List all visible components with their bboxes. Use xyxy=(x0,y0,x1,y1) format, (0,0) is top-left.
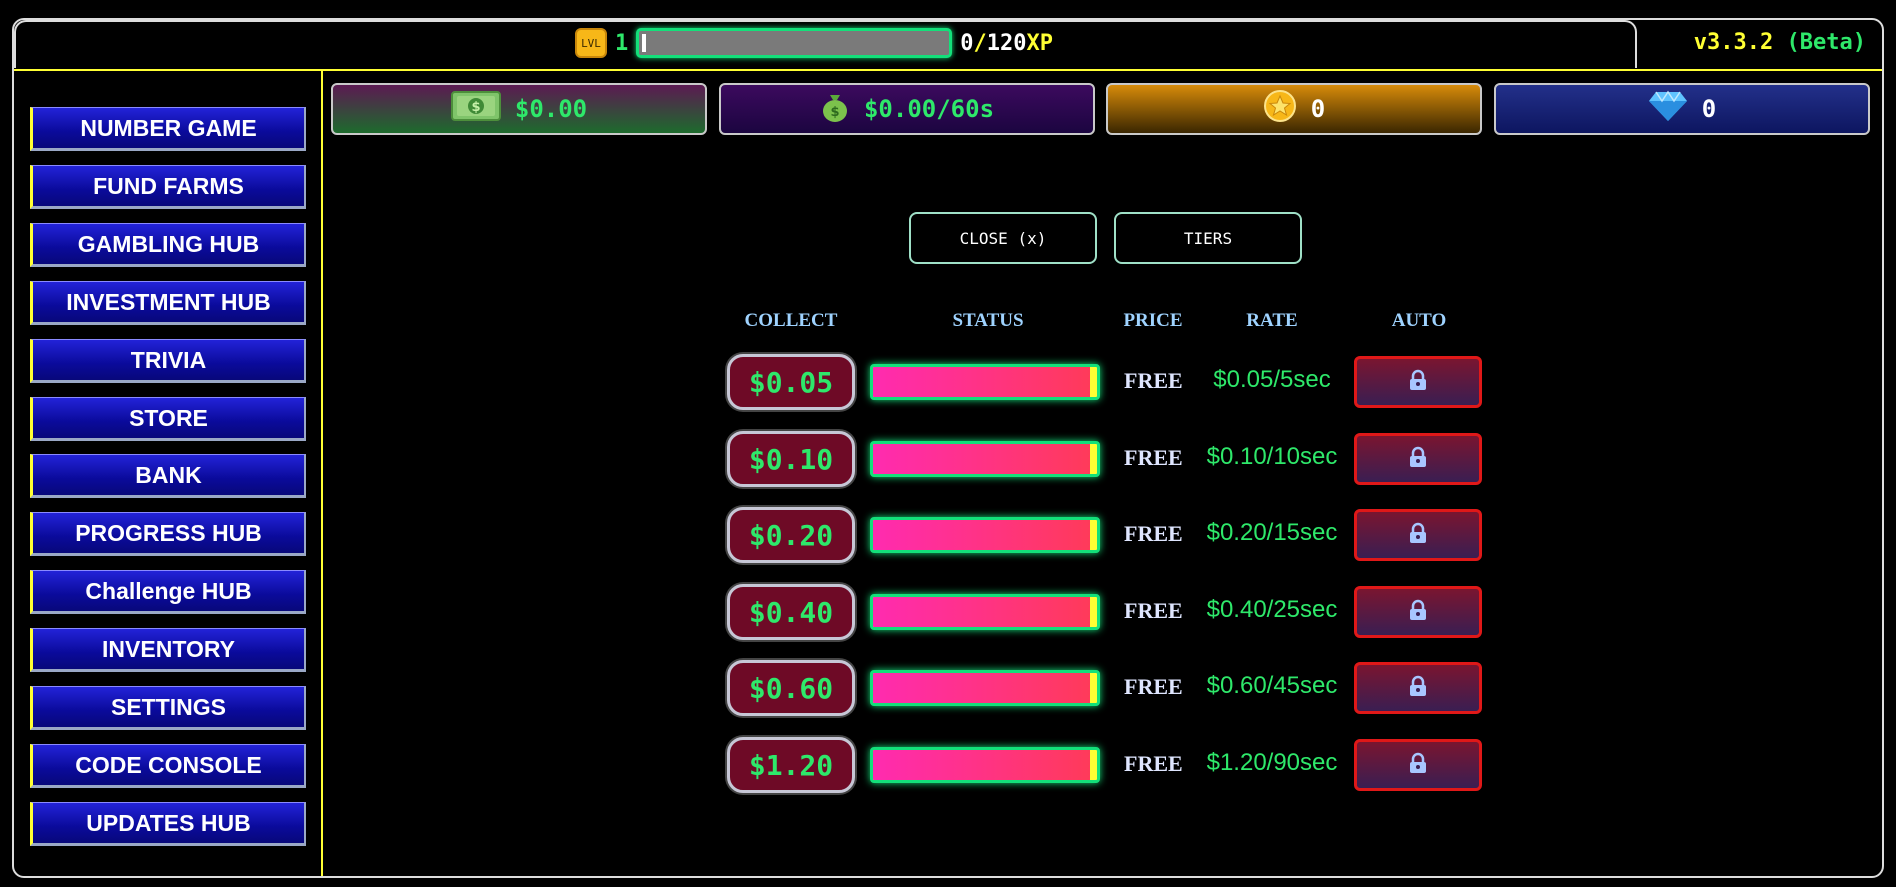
price-label: FREE xyxy=(1124,598,1183,623)
version-number: v3.3.2 xyxy=(1693,30,1774,55)
status-bar-fill xyxy=(873,597,1091,627)
status-bar xyxy=(870,517,1100,553)
price-label: FREE xyxy=(1124,445,1183,470)
auto-unlock-button[interactable] xyxy=(1354,509,1482,561)
cash-value: $0.00 xyxy=(514,95,588,123)
auto-unlock-button[interactable] xyxy=(1354,586,1482,638)
income-rate-value: $0.00/60s xyxy=(863,95,995,123)
sidebar-item-settings[interactable]: SETTINGS xyxy=(30,686,306,730)
auto-unlock-button[interactable] xyxy=(1354,662,1482,714)
auto-unlock-button[interactable] xyxy=(1354,433,1482,485)
column-header-rate: RATE xyxy=(1246,310,1298,331)
diamond-icon xyxy=(1648,90,1688,128)
sidebar-item-updates-hub[interactable]: UPDATES HUB xyxy=(30,802,306,846)
svg-text:$: $ xyxy=(830,105,839,120)
xp-max: 120 xyxy=(986,30,1027,56)
sidebar-item-inventory[interactable]: INVENTORY xyxy=(30,628,306,672)
status-bar-fill xyxy=(873,673,1091,703)
coins-value: 0 xyxy=(1310,95,1326,123)
level-display: LVL 1 0/120XP xyxy=(575,28,1053,58)
xp-current: 0 xyxy=(960,30,974,56)
collect-button[interactable]: $0.20 xyxy=(727,507,855,563)
income-rate-display: $ $0.00/60s xyxy=(719,83,1095,135)
xp-progress-bar xyxy=(636,28,953,58)
level-number: 1 xyxy=(615,30,629,56)
lock-icon xyxy=(1406,674,1430,702)
xp-readout: 0/120XP xyxy=(960,31,1053,56)
cash-display: $ $0.00 xyxy=(331,83,707,135)
cash-icon: $ xyxy=(450,89,501,129)
sidebar-item-investment-hub[interactable]: INVESTMENT HUB xyxy=(30,281,306,325)
price-label: FREE xyxy=(1124,368,1183,393)
auto-unlock-button[interactable] xyxy=(1354,739,1482,791)
coins-display: 0 xyxy=(1106,83,1482,135)
close-button[interactable]: CLOSE (x) xyxy=(909,212,1097,264)
status-bar xyxy=(870,594,1100,630)
sidebar-item-fund-farms[interactable]: FUND FARMS xyxy=(30,165,306,209)
sidebar-item-number-game[interactable]: NUMBER GAME xyxy=(30,107,306,151)
sidebar: NUMBER GAME FUND FARMS GAMBLING HUB INVE… xyxy=(14,71,323,876)
xp-progress-fill xyxy=(642,34,647,52)
status-bar xyxy=(870,441,1100,477)
collect-button[interactable]: $1.20 xyxy=(727,737,855,793)
sidebar-item-store[interactable]: STORE xyxy=(30,397,306,441)
rate-label: $0.05/5sec xyxy=(1213,366,1331,393)
xp-separator: / xyxy=(973,30,987,56)
status-bar-fill xyxy=(873,367,1091,397)
tiers-button[interactable]: TIERS xyxy=(1114,212,1302,264)
column-header-auto: AUTO xyxy=(1391,310,1447,331)
sidebar-item-trivia[interactable]: TRIVIA xyxy=(30,339,306,383)
money-bag-icon: $ xyxy=(820,89,850,129)
collect-button[interactable]: $0.60 xyxy=(727,660,855,716)
gems-value: 0 xyxy=(1701,95,1717,123)
level-badge-icon: LVL xyxy=(575,28,607,58)
sidebar-item-gambling-hub[interactable]: GAMBLING HUB xyxy=(30,223,306,267)
price-label: FREE xyxy=(1124,521,1183,546)
rate-label: $0.20/15sec xyxy=(1206,519,1338,546)
sidebar-item-challenge-hub[interactable]: Challenge HUB xyxy=(30,570,306,614)
status-bar xyxy=(870,670,1100,706)
version-tag: (Beta) xyxy=(1786,30,1866,55)
sidebar-item-bank[interactable]: BANK xyxy=(30,454,306,498)
status-bar xyxy=(870,747,1100,783)
price-label: FREE xyxy=(1124,674,1183,699)
rate-label: $1.20/90sec xyxy=(1206,749,1338,776)
status-bar-fill xyxy=(873,444,1091,474)
collect-button[interactable]: $0.40 xyxy=(727,584,855,640)
svg-text:$: $ xyxy=(471,100,480,115)
lock-icon xyxy=(1406,751,1430,779)
gems-display: 0 xyxy=(1494,83,1870,135)
rate-label: $0.10/10sec xyxy=(1206,443,1338,470)
status-bar-fill xyxy=(873,750,1091,780)
collect-button[interactable]: $0.05 xyxy=(727,354,855,410)
price-label: FREE xyxy=(1124,751,1183,776)
rate-label: $0.60/45sec xyxy=(1206,672,1338,699)
status-bar xyxy=(870,364,1100,400)
sidebar-item-progress-hub[interactable]: PROGRESS HUB xyxy=(30,512,306,556)
lock-icon xyxy=(1406,368,1430,396)
sidebar-item-code-console[interactable]: CODE CONSOLE xyxy=(30,744,306,788)
collect-button[interactable]: $0.10 xyxy=(727,431,855,487)
rate-label: $0.40/25sec xyxy=(1206,596,1338,623)
auto-unlock-button[interactable] xyxy=(1354,356,1482,408)
lock-icon xyxy=(1406,598,1430,626)
lock-icon xyxy=(1406,521,1430,549)
status-bar-fill xyxy=(873,520,1091,550)
xp-unit: XP xyxy=(1026,30,1054,56)
version-label: v3.3.2 (Beta) xyxy=(1694,30,1866,55)
column-header-status: STATUS xyxy=(952,310,1024,331)
star-coin-icon xyxy=(1263,89,1297,129)
column-header-collect: COLLECT xyxy=(744,310,838,331)
lock-icon xyxy=(1406,445,1430,473)
